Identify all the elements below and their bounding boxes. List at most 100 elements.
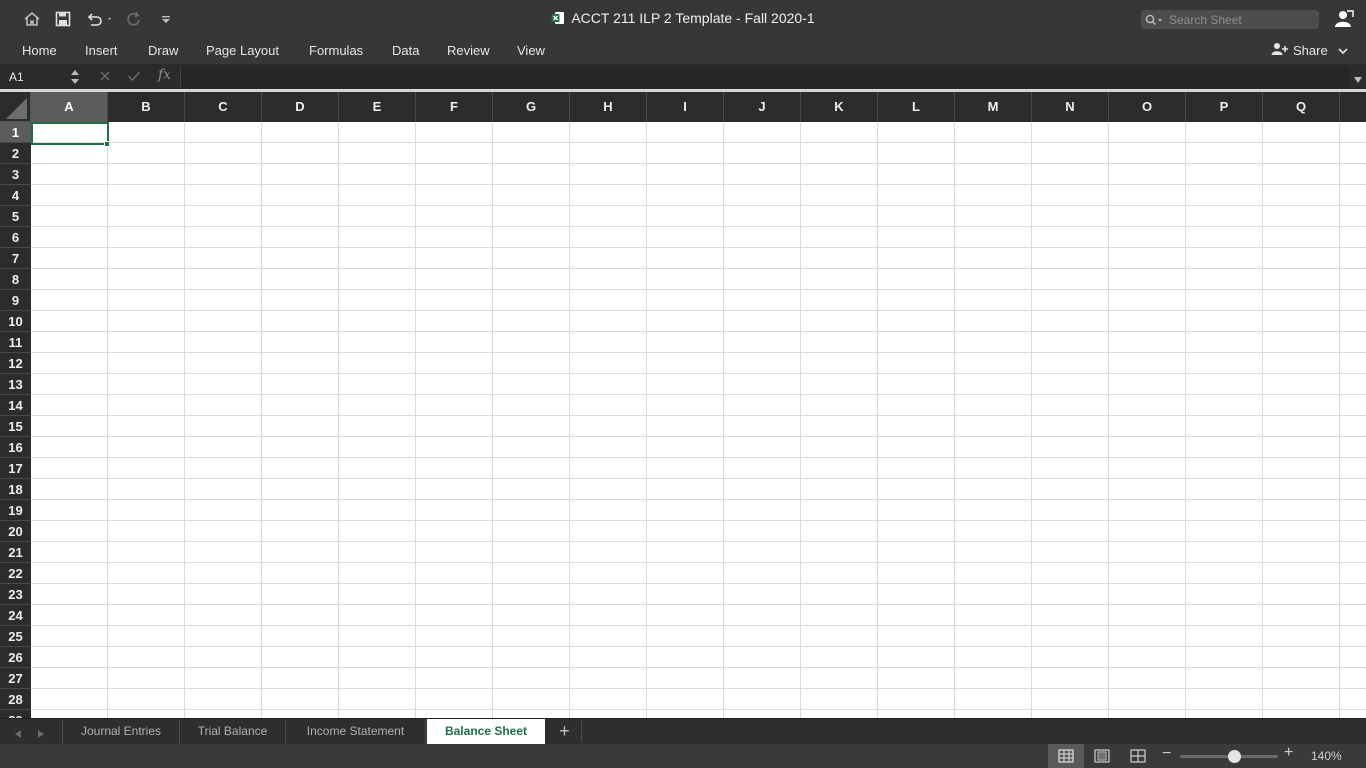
row-header-11[interactable]: 11	[0, 332, 31, 353]
sheet-tab-income-statement[interactable]: Income Statement	[286, 719, 426, 744]
tab-page-layout[interactable]: Page Layout	[206, 43, 279, 58]
formula-bar: A1 fx	[0, 64, 1366, 90]
tab-scroll-left-icon[interactable]	[13, 726, 23, 744]
column-header-p[interactable]: P	[1186, 92, 1263, 122]
save-icon[interactable]	[53, 9, 73, 29]
redo-icon[interactable]	[124, 9, 144, 29]
row-header-19[interactable]: 19	[0, 500, 31, 521]
row-header-9[interactable]: 9	[0, 290, 31, 311]
column-header-i[interactable]: I	[647, 92, 724, 122]
column-header-a[interactable]: A	[31, 92, 108, 122]
tab-scroll-right-icon[interactable]	[36, 726, 46, 744]
row-header-17[interactable]: 17	[0, 458, 31, 479]
zoom-in-button[interactable]: +	[1284, 744, 1293, 762]
undo-icon[interactable]	[84, 9, 114, 29]
select-all-button[interactable]	[0, 92, 31, 122]
sheet-tab-bar: Journal Entries Trial Balance Income Sta…	[0, 718, 1366, 744]
row-header-21[interactable]: 21	[0, 542, 31, 563]
tab-formulas[interactable]: Formulas	[309, 43, 363, 58]
normal-view-icon[interactable]	[1048, 744, 1084, 768]
row-header-14[interactable]: 14	[0, 395, 31, 416]
row-header-29[interactable]: 29	[0, 710, 31, 718]
page-break-view-icon[interactable]	[1120, 744, 1156, 768]
column-header-c[interactable]: C	[185, 92, 262, 122]
zoom-level[interactable]: 140%	[1311, 749, 1342, 763]
column-header-k[interactable]: K	[801, 92, 878, 122]
column-header-f[interactable]: F	[416, 92, 493, 122]
excel-icon	[551, 11, 565, 25]
row-header-25[interactable]: 25	[0, 626, 31, 647]
active-cell-a1[interactable]	[31, 122, 109, 145]
cell-area[interactable]	[31, 122, 1366, 718]
add-person-icon	[1271, 42, 1289, 59]
insert-function-button[interactable]: fx	[158, 67, 171, 83]
zoom-out-button[interactable]: −	[1162, 745, 1171, 763]
row-header-8[interactable]: 8	[0, 269, 31, 290]
row-header-13[interactable]: 13	[0, 374, 31, 395]
row-header-3[interactable]: 3	[0, 164, 31, 185]
row-header-16[interactable]: 16	[0, 437, 31, 458]
row-header-18[interactable]: 18	[0, 479, 31, 500]
worksheet-grid: ABCDEFGHIJKLMNOPQ 1 2 3 4 5 6 7 8 9 10 11 12 13 14 15 1…	[0, 92, 1366, 718]
tab-home[interactable]: Home	[22, 43, 57, 58]
column-header-e[interactable]: E	[339, 92, 416, 122]
tab-review[interactable]: Review	[447, 43, 490, 58]
column-headers: ABCDEFGHIJKLMNOPQ	[31, 92, 1366, 122]
add-sheet-button[interactable]: +	[548, 721, 582, 742]
row-headers: 1 2 3 4 5 6 7 8 9 10 11 12 13 14 15 16 17 18 19 20 21 22 23 24 2…	[0, 122, 31, 718]
tab-view[interactable]: View	[517, 43, 545, 58]
ribbon-tabs: Home Insert Draw Page Layout Formulas Da…	[0, 38, 1366, 64]
page-layout-view-icon[interactable]	[1084, 744, 1120, 768]
row-header-28[interactable]: 28	[0, 689, 31, 710]
row-header-7[interactable]: 7	[0, 248, 31, 269]
column-header-q[interactable]: Q	[1263, 92, 1340, 122]
row-header-24[interactable]: 24	[0, 605, 31, 626]
chevron-down-icon	[1338, 43, 1348, 58]
share-button[interactable]: Share	[1271, 42, 1348, 59]
search-placeholder: Search Sheet	[1169, 12, 1242, 27]
row-header-23[interactable]: 23	[0, 584, 31, 605]
column-header-n[interactable]: N	[1032, 92, 1109, 122]
row-header-1[interactable]: 1	[0, 122, 31, 143]
tab-insert[interactable]: Insert	[85, 43, 118, 58]
title-bar: ACCT 211 ILP 2 Template - Fall 2020-1 Se…	[0, 0, 1366, 38]
row-header-15[interactable]: 15	[0, 416, 31, 437]
row-header-6[interactable]: 6	[0, 227, 31, 248]
column-header-b[interactable]: B	[108, 92, 185, 122]
tab-draw[interactable]: Draw	[148, 43, 178, 58]
formula-input[interactable]	[180, 67, 1350, 87]
sheet-tab-trial-balance[interactable]: Trial Balance	[180, 719, 286, 744]
row-header-2[interactable]: 2	[0, 143, 31, 164]
column-header-j[interactable]: J	[724, 92, 801, 122]
account-icon[interactable]	[1334, 9, 1354, 34]
column-header-g[interactable]: G	[493, 92, 570, 122]
search-icon	[1145, 14, 1165, 26]
row-header-5[interactable]: 5	[0, 206, 31, 227]
status-bar: − + 140%	[0, 744, 1366, 768]
confirm-icon[interactable]	[127, 69, 141, 88]
row-header-22[interactable]: 22	[0, 563, 31, 584]
home-icon[interactable]	[22, 9, 42, 29]
sheet-tab-balance-sheet[interactable]: Balance Sheet	[427, 719, 545, 744]
column-header-m[interactable]: M	[955, 92, 1032, 122]
name-box-stepper-icon[interactable]	[70, 68, 80, 91]
row-header-26[interactable]: 26	[0, 647, 31, 668]
zoom-slider-thumb[interactable]	[1228, 750, 1241, 763]
sheet-tab-journal-entries[interactable]: Journal Entries	[62, 719, 180, 744]
row-header-12[interactable]: 12	[0, 353, 31, 374]
search-input[interactable]: Search Sheet	[1141, 10, 1319, 29]
cancel-icon[interactable]	[99, 69, 111, 88]
row-header-4[interactable]: 4	[0, 185, 31, 206]
row-header-20[interactable]: 20	[0, 521, 31, 542]
expand-formula-bar-icon[interactable]	[1353, 71, 1363, 89]
column-header-o[interactable]: O	[1109, 92, 1186, 122]
row-header-10[interactable]: 10	[0, 311, 31, 332]
row-header-27[interactable]: 27	[0, 668, 31, 689]
customize-icon[interactable]	[158, 9, 174, 29]
column-header-d[interactable]: D	[262, 92, 339, 122]
column-header-l[interactable]: L	[878, 92, 955, 122]
tab-data[interactable]: Data	[392, 43, 419, 58]
column-header-h[interactable]: H	[570, 92, 647, 122]
fill-handle[interactable]	[104, 141, 110, 147]
share-label: Share	[1293, 43, 1328, 58]
